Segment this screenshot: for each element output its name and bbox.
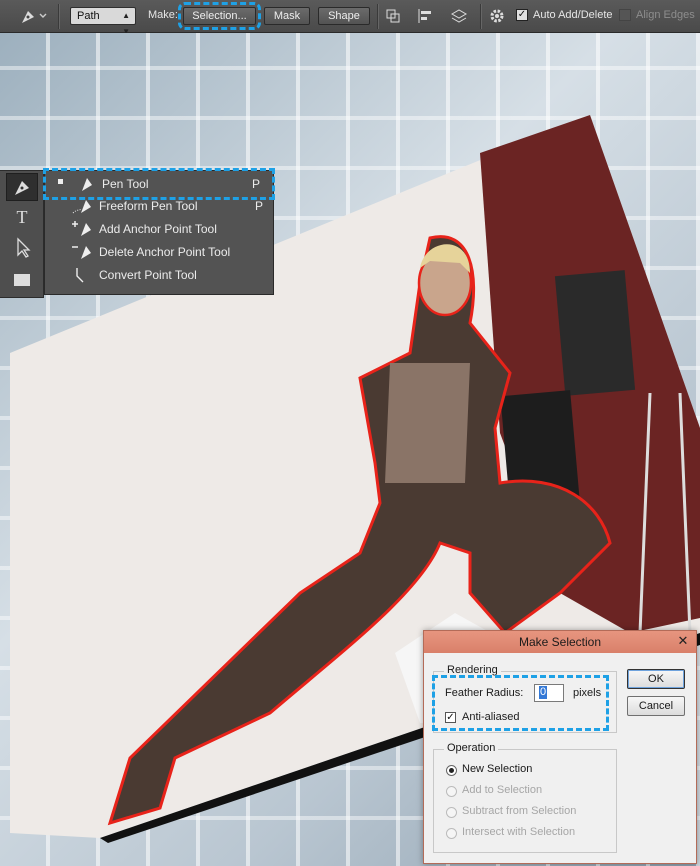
divider [480, 4, 482, 29]
tool-mode-select[interactable]: Path ▲ ▼ [70, 7, 136, 36]
divider [377, 4, 379, 29]
auto-add-delete-label: Auto Add/Delete [533, 9, 613, 21]
freeform-pen-icon [72, 200, 91, 214]
make-mask-button[interactable]: Mask [264, 7, 310, 25]
type-tool-button[interactable]: T [6, 203, 38, 231]
pen-icon [22, 11, 47, 23]
type-icon: T [16, 207, 28, 227]
add-to-selection-label: Add to Selection [462, 784, 543, 796]
anti-aliased-label: Anti-aliased [462, 711, 520, 723]
pen-tool-preset-picker[interactable] [14, 5, 48, 27]
subtract-from-selection-label: Subtract from Selection [462, 805, 577, 817]
flyout-item-delete-anchor-point-tool[interactable]: Delete Anchor Point Tool [45, 241, 273, 263]
add-to-selection-radio[interactable] [446, 786, 457, 797]
pen-icon [15, 181, 29, 195]
feather-radius-label: Feather Radius: [445, 687, 524, 699]
make-shape-button[interactable]: Shape [318, 7, 370, 25]
flyout-item-label: Pen Tool [102, 177, 149, 191]
flyout-item-freeform-pen-tool[interactable]: Freeform Pen Tool P [45, 195, 273, 217]
pen-tool-button[interactable] [6, 173, 38, 201]
cancel-button[interactable]: Cancel [627, 696, 685, 716]
flyout-item-label: Add Anchor Point Tool [99, 222, 217, 236]
options-bar: Path ▲ ▼ Make: Selection... Mask Shape ✓ … [0, 0, 700, 36]
make-selection-button[interactable]: Selection... [178, 2, 261, 30]
flyout-item-label: Freeform Pen Tool [99, 199, 198, 213]
flyout-item-add-anchor-point-tool[interactable]: Add Anchor Point Tool [45, 218, 273, 240]
gear-icon[interactable] [486, 6, 508, 26]
close-icon[interactable]: ✕ [676, 634, 690, 648]
flyout-item-convert-point-tool[interactable]: Convert Point Tool [45, 264, 273, 286]
feather-radius-value: 0 [539, 686, 548, 699]
make-selection-dialog: Make Selection ✕ Rendering Feather Radiu… [423, 630, 697, 864]
flyout-item-pen-tool[interactable]: Pen Tool P [43, 168, 275, 200]
convert-point-icon [76, 268, 84, 283]
tools-panel: T [0, 170, 44, 298]
delete-anchor-icon [72, 246, 91, 259]
flyout-item-label: Delete Anchor Point Tool [99, 245, 231, 259]
pen-tool-flyout: Pen Tool P Freeform Pen Tool P Add Ancho… [43, 168, 275, 295]
feather-radius-input[interactable]: 0 [534, 684, 564, 702]
path-arrangement-icon[interactable] [448, 6, 470, 26]
selected-bullet-icon [58, 179, 63, 184]
intersect-with-selection-radio[interactable] [446, 828, 457, 839]
flyout-item-label: Convert Point Tool [99, 268, 197, 282]
new-selection-label: New Selection [462, 763, 533, 775]
divider [58, 4, 60, 29]
flyout-item-shortcut: P [254, 199, 263, 213]
path-alignment-icon[interactable] [414, 6, 436, 26]
rendering-legend: Rendering [444, 664, 501, 676]
add-anchor-icon [72, 221, 91, 236]
rectangle-tool-button[interactable] [6, 267, 38, 295]
anti-aliased-checkbox[interactable]: ✓ [445, 712, 456, 723]
align-edges-label: Align Edges [636, 9, 695, 21]
operation-legend: Operation [444, 742, 499, 754]
rectangle-icon [14, 274, 30, 286]
flyout-item-shortcut: P [251, 177, 260, 191]
new-selection-radio[interactable] [446, 765, 457, 776]
feather-unit-label: pixels [573, 687, 602, 699]
dialog-title: Make Selection [424, 631, 696, 653]
tool-mode-value: Path [77, 10, 100, 22]
make-label: Make: [148, 9, 178, 21]
ok-button[interactable]: OK [627, 669, 685, 689]
path-operations-icon[interactable] [382, 6, 404, 26]
subtract-from-selection-radio[interactable] [446, 807, 457, 818]
pen-icon [82, 178, 92, 191]
auto-add-delete-checkbox[interactable]: ✓ [516, 9, 528, 21]
align-edges-checkbox[interactable] [619, 9, 631, 21]
path-selection-tool-button[interactable] [6, 235, 38, 263]
intersect-with-selection-label: Intersect with Selection [462, 826, 576, 838]
arrow-cursor-icon [17, 237, 31, 258]
